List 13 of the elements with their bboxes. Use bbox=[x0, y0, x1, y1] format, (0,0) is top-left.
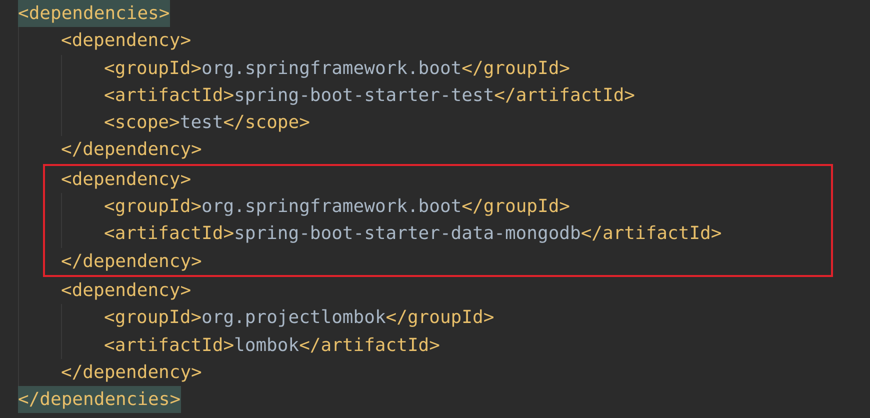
code-line: <dependency> bbox=[61, 278, 192, 303]
code-line: <groupId>org.springframework.boot</groupId> bbox=[104, 56, 570, 81]
code-line: <dependency> bbox=[61, 168, 192, 192]
code-line: </dependency> bbox=[61, 138, 202, 162]
code-line: <artifactId>spring-boot-starter-test</artifactId> bbox=[104, 84, 636, 108]
code-line: <artifactId>spring-boot-starter-data-mongodb</artifactId> bbox=[104, 222, 722, 246]
code-line: <scope>test</scope> bbox=[104, 111, 310, 136]
code-line: </dependency> bbox=[61, 360, 202, 385]
code-line: </dependency> bbox=[61, 250, 202, 274]
code-line: <artifactId>lombok</artifactId> bbox=[104, 334, 440, 358]
code-line: <groupId>org.projectlombok</groupId> bbox=[104, 306, 494, 330]
code-line: <groupId>org.springframework.boot</groupId> bbox=[104, 195, 570, 220]
code-line: <dependency> bbox=[61, 29, 192, 54]
